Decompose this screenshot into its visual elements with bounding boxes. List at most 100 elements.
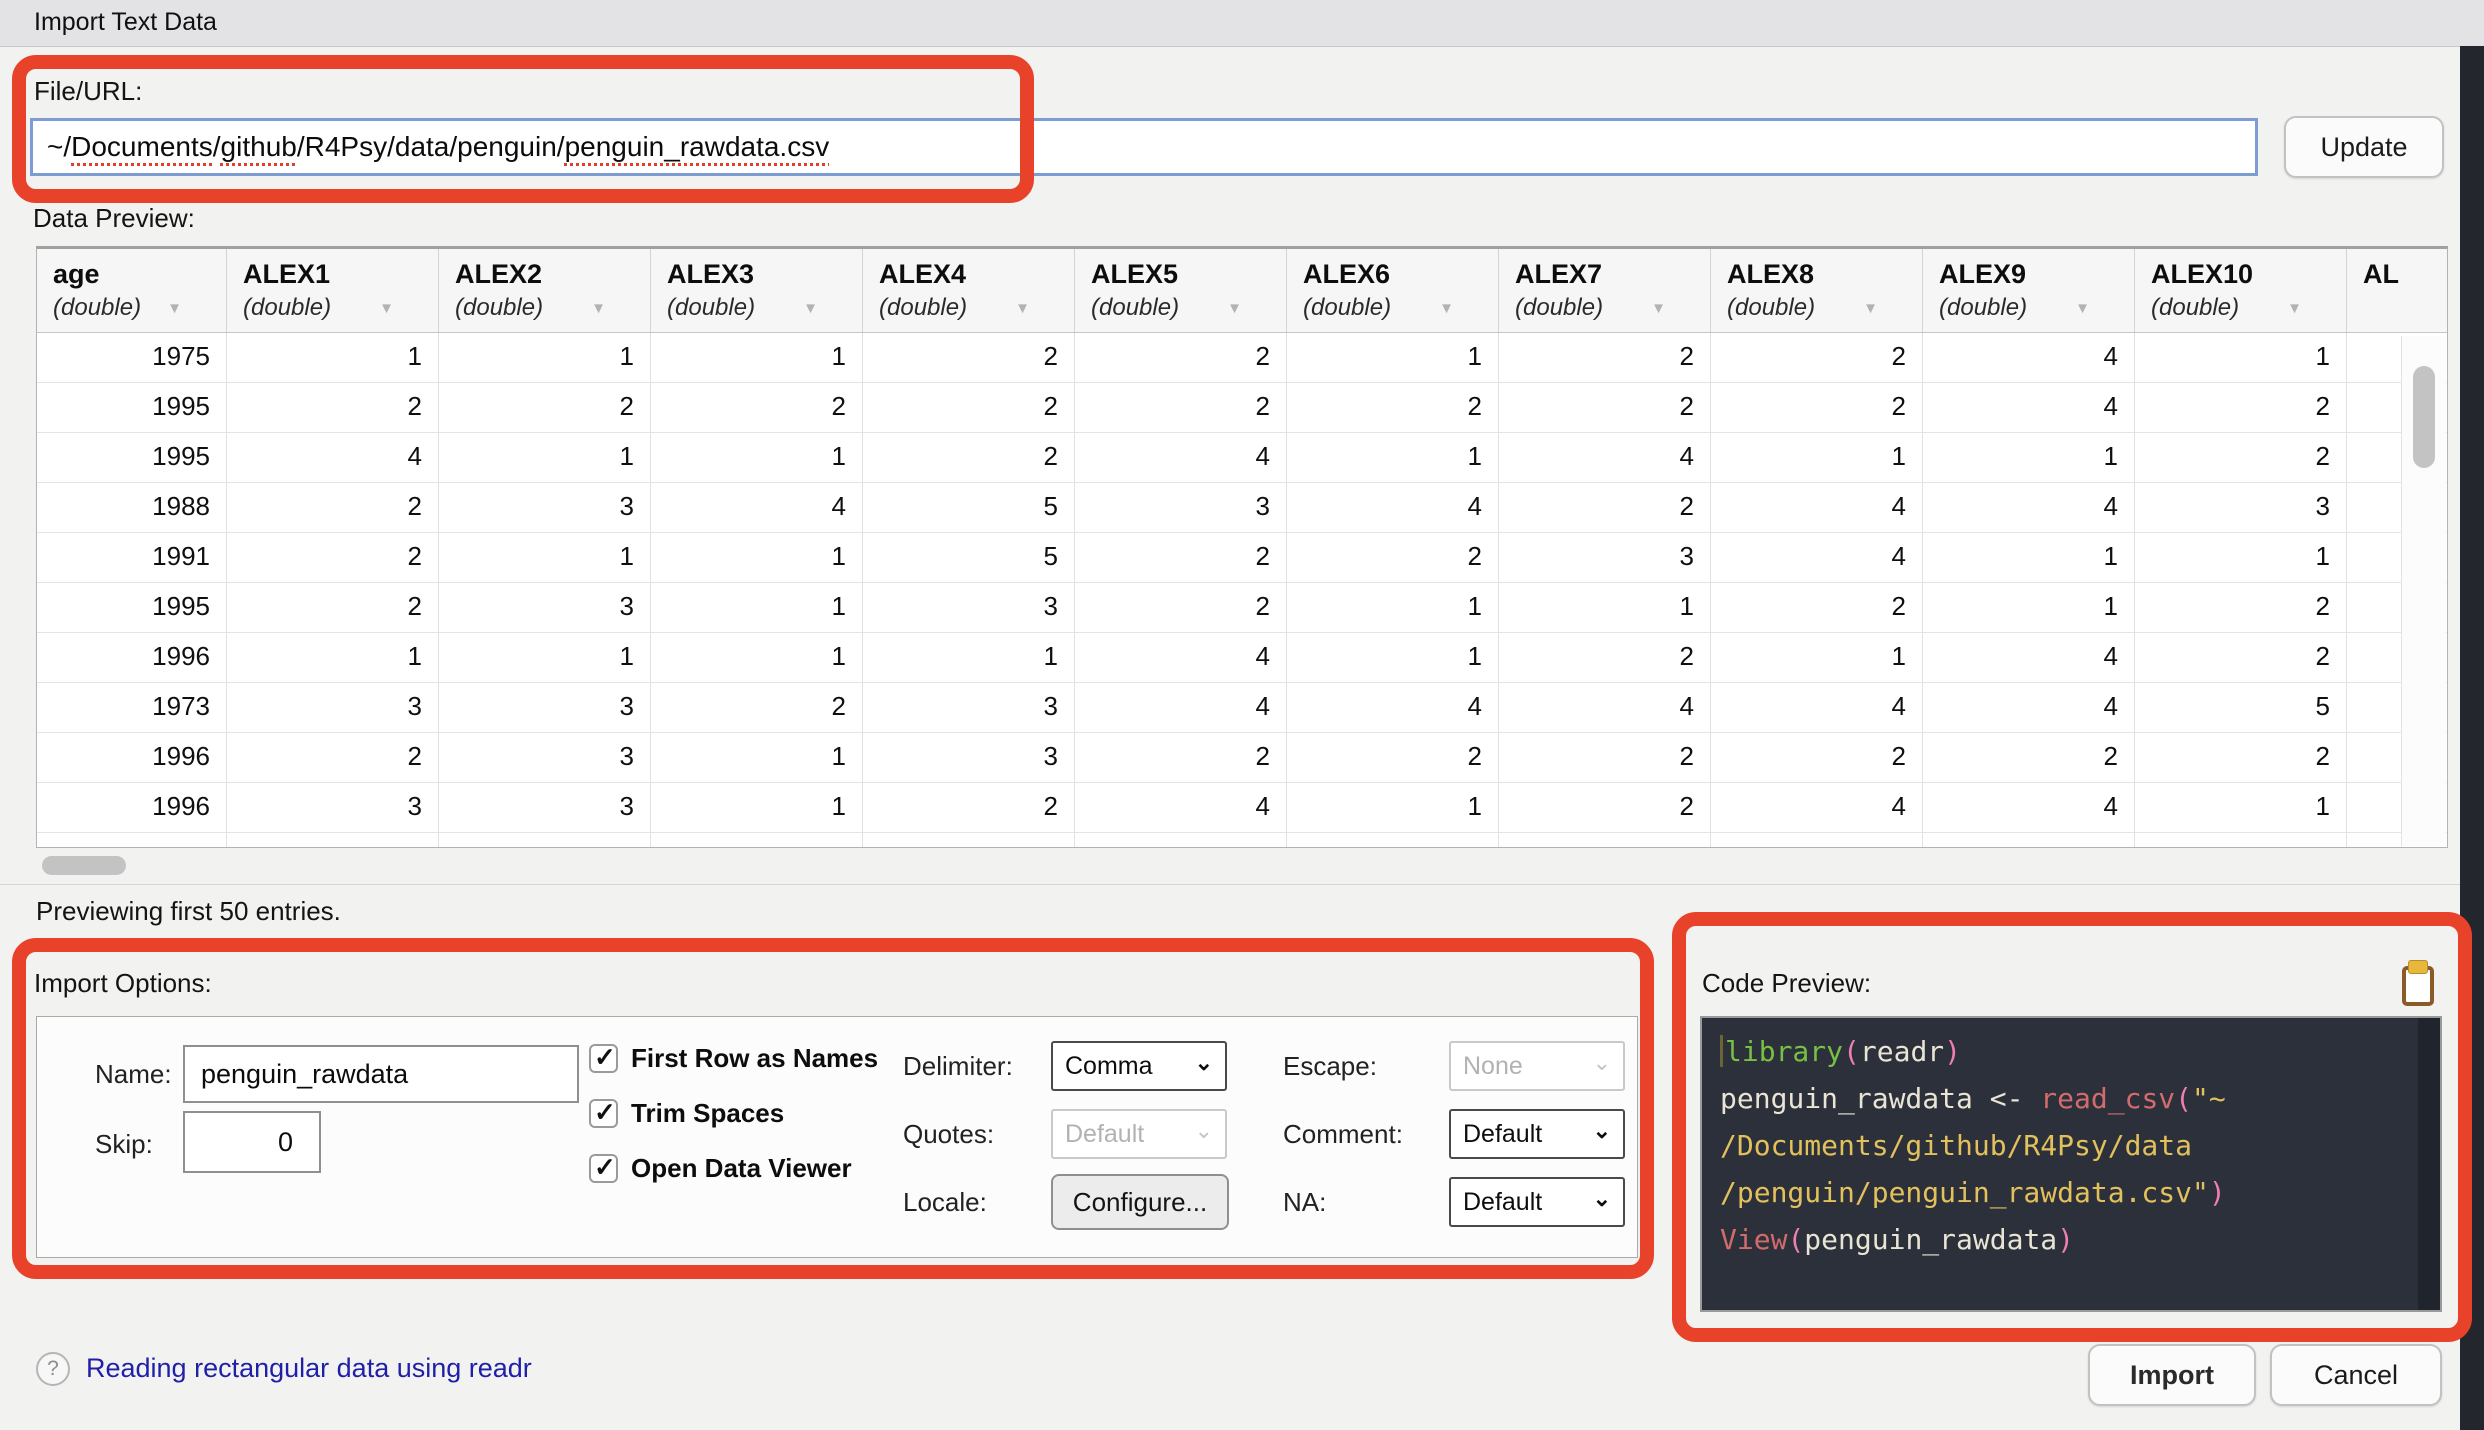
checkbox-open-data-viewer[interactable]: ✓ (589, 1154, 618, 1183)
help-icon[interactable]: ? (36, 1352, 70, 1386)
configure-button[interactable]: Configure... (1051, 1174, 1229, 1230)
field-label: Comment: (1283, 1119, 1449, 1150)
checkbox-first-row-as-names[interactable]: ✓ (589, 1044, 618, 1073)
table-row: 19912115223411 (37, 533, 2447, 583)
table-cell: 2 (1499, 733, 1711, 782)
select-value: Comma (1065, 1052, 1153, 1081)
checkbox-trim-spaces[interactable]: ✓ (589, 1099, 618, 1128)
table-cell: 2 (1075, 333, 1287, 382)
table-cell: 2 (1287, 733, 1499, 782)
select-value: Default (1065, 1120, 1144, 1149)
cancel-button[interactable]: Cancel (2270, 1344, 2442, 1406)
table-cell: 2 (227, 733, 439, 782)
vertical-scrollbar[interactable] (2401, 336, 2446, 846)
table-cell: 2 (1075, 583, 1287, 632)
column-type-dropdown-icon[interactable]: ▼ (1439, 300, 1454, 317)
table-cell: 3 (863, 733, 1075, 782)
table-cell: 4 (1923, 333, 2135, 382)
column-type: (double) (1515, 294, 1603, 322)
code-scrollbar[interactable] (2418, 1018, 2440, 1310)
table-cell (1287, 833, 1499, 848)
column-type-dropdown-icon[interactable]: ▼ (379, 300, 394, 317)
field-label: Quotes: (903, 1119, 1051, 1150)
table-cell: 1 (651, 333, 863, 382)
table-cell: 1 (651, 433, 863, 482)
data-preview-label: Data Preview: (33, 203, 195, 234)
table-cell: 1 (2135, 333, 2347, 382)
import-button[interactable]: Import (2088, 1344, 2256, 1406)
table-cell: 1 (1287, 433, 1499, 482)
vertical-scrollbar-thumb[interactable] (2413, 366, 2435, 468)
text-cursor (1720, 1035, 1723, 1067)
column-name: AL (2363, 259, 2443, 290)
column-type-dropdown-icon[interactable]: ▼ (2075, 300, 2090, 317)
quotes-select: Default ⌄ (1051, 1109, 1227, 1159)
code-token: "~ (2192, 1082, 2226, 1115)
column-header-alex10: ALEX10(double)▼ (2135, 249, 2347, 332)
skip-input[interactable]: 0 (183, 1111, 321, 1173)
table-cell: 2 (651, 683, 863, 732)
file-path-segment: /R4Psy/data/penguin/ (297, 131, 565, 162)
na-select[interactable]: Default⌄ (1449, 1177, 1625, 1227)
column-name: age (53, 259, 226, 290)
table-cell (37, 833, 227, 848)
comment-select[interactable]: Default⌄ (1449, 1109, 1625, 1159)
code-token: penguin_rawdata <- (1720, 1082, 2040, 1115)
column-type-dropdown-icon[interactable]: ▼ (1227, 300, 1242, 317)
name-input[interactable]: penguin_rawdata (183, 1045, 579, 1103)
option-field-row: NA:Default⌄ (1283, 1175, 1625, 1229)
table-cell: 2 (227, 583, 439, 632)
preview-table-header: age(double)▼ALEX1(double)▼ALEX2(double)▼… (37, 249, 2447, 333)
table-cell: 4 (1923, 633, 2135, 682)
column-type-dropdown-icon[interactable]: ▼ (1651, 300, 1666, 317)
column-type-dropdown-icon[interactable]: ▼ (167, 300, 182, 317)
table-cell: 3 (1075, 483, 1287, 532)
table-cell: 4 (1923, 683, 2135, 732)
column-name: ALEX10 (2151, 259, 2346, 290)
delimiter-select[interactable]: Comma⌄ (1051, 1041, 1227, 1091)
table-cell: 2 (2135, 633, 2347, 682)
import-options-label: Import Options: (34, 968, 212, 999)
column-header-alex3: ALEX3(double)▼ (651, 249, 863, 332)
column-name: ALEX2 (455, 259, 650, 290)
table-cell: 1 (2135, 533, 2347, 582)
column-name: ALEX8 (1727, 259, 1922, 290)
code-preview-label: Code Preview: (1702, 968, 1871, 999)
code-token: ( (2175, 1082, 2192, 1115)
help-link[interactable]: Reading rectangular data using readr (86, 1353, 532, 1384)
column-header-age: age(double)▼ (37, 249, 227, 332)
horizontal-scrollbar-thumb[interactable] (42, 856, 126, 875)
table-cell: 1 (2135, 783, 2347, 832)
copy-to-clipboard-icon[interactable] (2402, 966, 2434, 1006)
table-cell: 1 (651, 633, 863, 682)
column-name: ALEX6 (1303, 259, 1498, 290)
column-header-alex4: ALEX4(double)▼ (863, 249, 1075, 332)
option-field-row: Locale:Configure... (903, 1175, 1229, 1229)
chevron-down-icon: ⌄ (1195, 1118, 1213, 1144)
table-cell: 4 (1499, 683, 1711, 732)
table-row: 19962313222222 (37, 733, 2447, 783)
file-path-segment: / (213, 131, 221, 162)
import-text-data-dialog: Import Text Data File/URL: ~/Documents/g… (0, 0, 2484, 1430)
select-value: Default (1463, 1188, 1542, 1217)
table-cell: 4 (1075, 433, 1287, 482)
column-type: (double) (455, 294, 543, 322)
code-token: ( (1843, 1035, 1860, 1068)
background-ide-strip (2460, 46, 2484, 1430)
table-cell: 3 (227, 683, 439, 732)
column-type-dropdown-icon[interactable]: ▼ (591, 300, 606, 317)
update-button[interactable]: Update (2284, 116, 2444, 178)
table-cell: 1 (1711, 433, 1923, 482)
table-cell: 2 (1287, 383, 1499, 432)
table-cell: 1 (1923, 533, 2135, 582)
table-cell: 2 (1923, 733, 2135, 782)
column-type-dropdown-icon[interactable]: ▼ (2287, 300, 2302, 317)
column-type-dropdown-icon[interactable]: ▼ (803, 300, 818, 317)
table-cell: 3 (439, 583, 651, 632)
file-url-input[interactable]: ~/Documents/github/R4Psy/data/penguin/pe… (30, 118, 2258, 176)
column-header-alex8: ALEX8(double)▼ (1711, 249, 1923, 332)
import-options-panel: Name: penguin_rawdata Skip: 0 ✓First Row… (36, 1016, 1638, 1258)
column-type-dropdown-icon[interactable]: ▼ (1863, 300, 1878, 317)
options-fields-right: Escape:None⌄Comment:Default⌄NA:Default⌄ (1283, 1039, 1625, 1229)
column-type-dropdown-icon[interactable]: ▼ (1015, 300, 1030, 317)
